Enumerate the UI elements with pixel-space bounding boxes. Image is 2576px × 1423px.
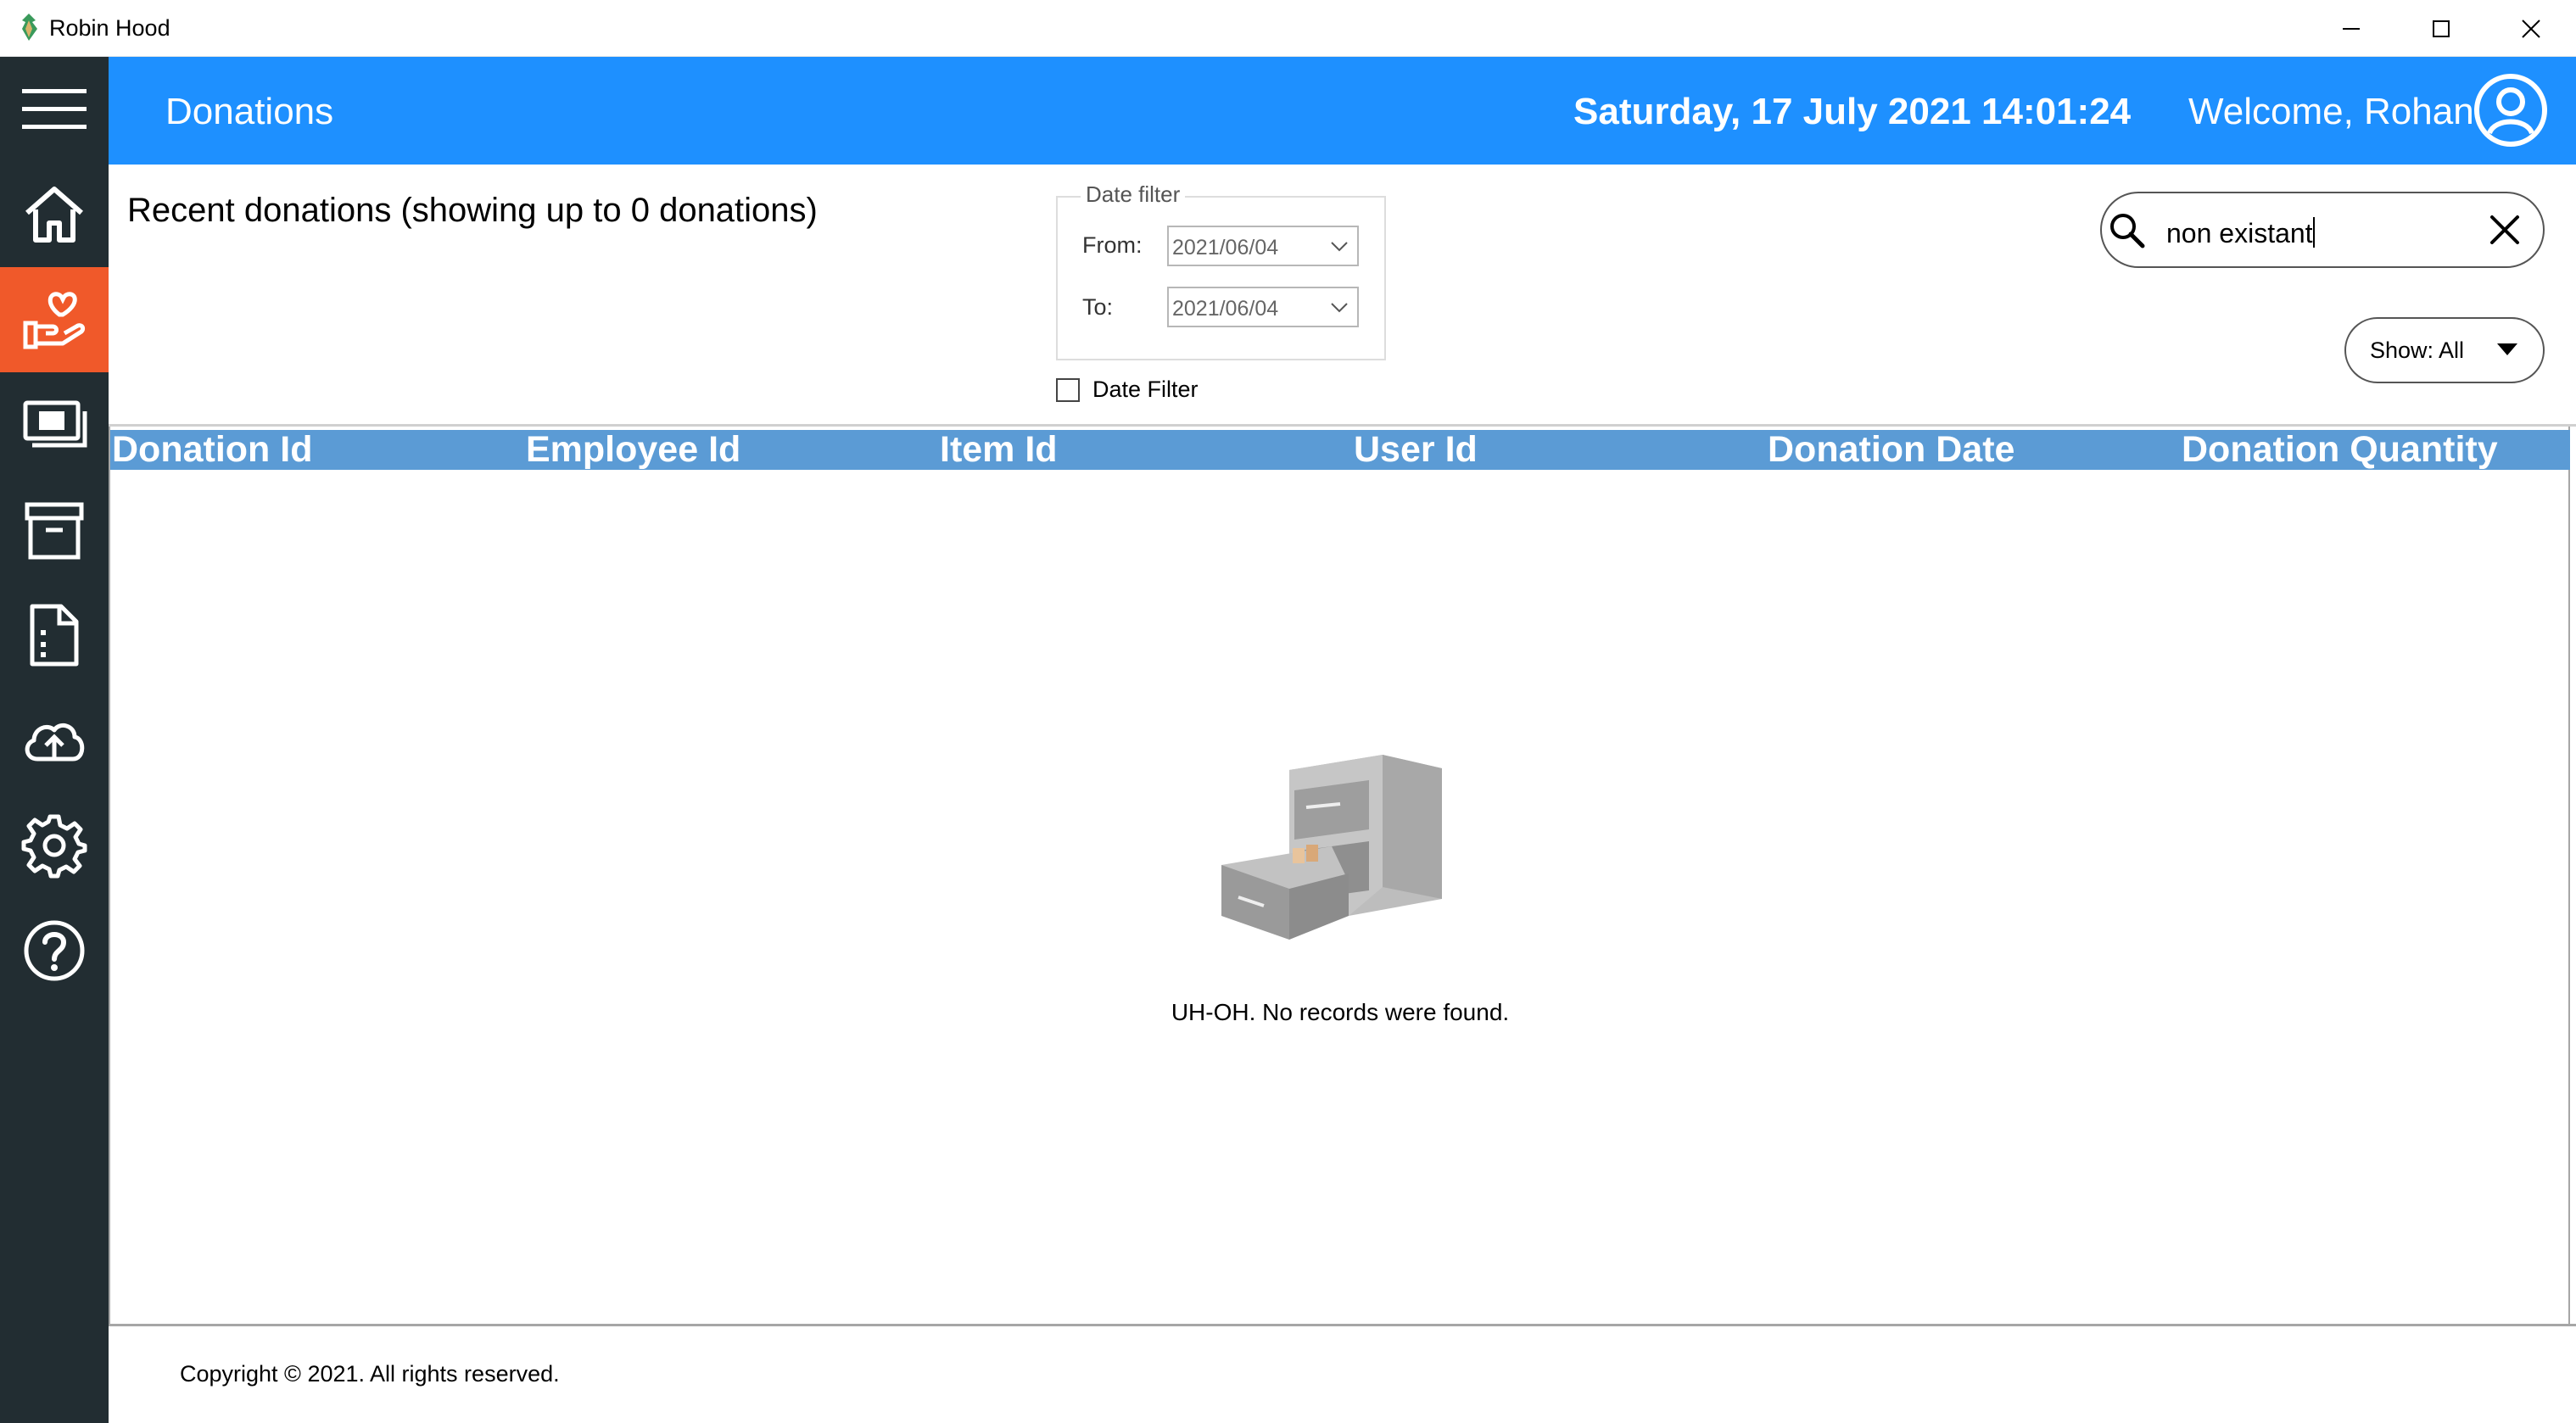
search-icon xyxy=(2110,214,2145,248)
robin-hood-app-icon xyxy=(22,14,37,41)
search-input[interactable]: non existant xyxy=(2166,217,2315,249)
empty-state-message: UH-OH. No records were found. xyxy=(1171,999,1510,1025)
sidebar-item-help[interactable] xyxy=(0,898,109,1003)
column-header-donation-id[interactable]: Donation Id xyxy=(112,430,312,470)
to-date-value: 2021/06/04 xyxy=(1172,297,1279,321)
document-icon xyxy=(30,604,79,667)
page-title: Donations xyxy=(165,91,334,132)
help-icon xyxy=(24,920,85,981)
maximize-icon xyxy=(2433,20,2450,37)
sidebar-menu-toggle[interactable] xyxy=(0,57,109,162)
close-window-button[interactable] xyxy=(2486,0,2576,57)
show-filter-dropdown[interactable]: Show: All xyxy=(2344,317,2545,383)
from-date-picker[interactable]: 2021/06/04 xyxy=(1167,226,1359,266)
app-title: Robin Hood xyxy=(49,15,170,41)
archive-icon xyxy=(25,502,84,560)
column-header-donation-quantity[interactable]: Donation Quantity xyxy=(2182,430,2498,470)
donation-hand-heart-icon xyxy=(23,292,86,349)
maximize-button[interactable] xyxy=(2396,0,2486,57)
sidebar xyxy=(0,57,109,1423)
column-header-donation-date[interactable]: Donation Date xyxy=(1768,430,2014,470)
sidebar-item-settings[interactable] xyxy=(0,793,109,898)
clear-search-icon[interactable] xyxy=(2487,212,2523,248)
sidebar-item-upload[interactable] xyxy=(0,688,109,793)
cash-icon xyxy=(23,400,87,448)
hamburger-menu-icon xyxy=(22,89,87,129)
column-header-user-id[interactable]: User Id xyxy=(1354,430,1478,470)
minimize-icon xyxy=(2343,27,2360,30)
date-filter-legend: Date filter xyxy=(1081,181,1186,208)
page-header: Donations Saturday, 17 July 2021 14:01:2… xyxy=(109,57,2576,165)
from-label: From: xyxy=(1082,232,1143,258)
date-filter-group xyxy=(1056,196,1386,360)
minimize-button[interactable] xyxy=(2306,0,2396,57)
sidebar-item-archive[interactable] xyxy=(0,477,109,583)
from-date-value: 2021/06/04 xyxy=(1172,236,1279,259)
text-caret xyxy=(2312,217,2315,248)
cloud-upload-icon xyxy=(25,723,85,762)
chevron-down-icon xyxy=(1331,242,1348,252)
to-date-picker[interactable]: 2021/06/04 xyxy=(1167,287,1359,327)
column-header-item-id[interactable]: Item Id xyxy=(940,430,1058,470)
gear-icon xyxy=(21,814,87,879)
close-icon xyxy=(2522,19,2540,38)
home-icon xyxy=(25,187,83,243)
date-filter-checkbox-label[interactable]: Date Filter xyxy=(1092,377,1199,403)
window-titlebar: Robin Hood xyxy=(0,0,2576,57)
user-avatar-icon[interactable] xyxy=(2473,72,2549,148)
filing-cabinet-icon xyxy=(1221,755,1442,940)
show-filter-value: Show: All xyxy=(2370,338,2465,363)
footer-divider xyxy=(109,1324,2576,1326)
sidebar-item-cash[interactable] xyxy=(0,372,109,477)
to-label: To: xyxy=(1082,294,1114,320)
footer-copyright: Copyright © 2021. All rights reserved. xyxy=(180,1361,560,1387)
search-input-value: non existant xyxy=(2166,218,2313,248)
caret-down-icon xyxy=(2497,343,2517,355)
table-header: Donation Id Employee Id Item Id User Id … xyxy=(110,430,2570,470)
welcome-message: Welcome, Rohan xyxy=(2188,91,2474,132)
sidebar-item-donations[interactable] xyxy=(0,267,109,372)
sidebar-item-home[interactable] xyxy=(0,162,109,267)
recent-donations-title: Recent donations (showing up to 0 donati… xyxy=(127,192,818,229)
column-header-employee-id[interactable]: Employee Id xyxy=(526,430,740,470)
current-datetime: Saturday, 17 July 2021 14:01:24 xyxy=(1573,91,2132,132)
sidebar-item-reports[interactable] xyxy=(0,583,109,688)
date-filter-checkbox[interactable] xyxy=(1056,378,1080,402)
chevron-down-icon xyxy=(1331,303,1348,313)
